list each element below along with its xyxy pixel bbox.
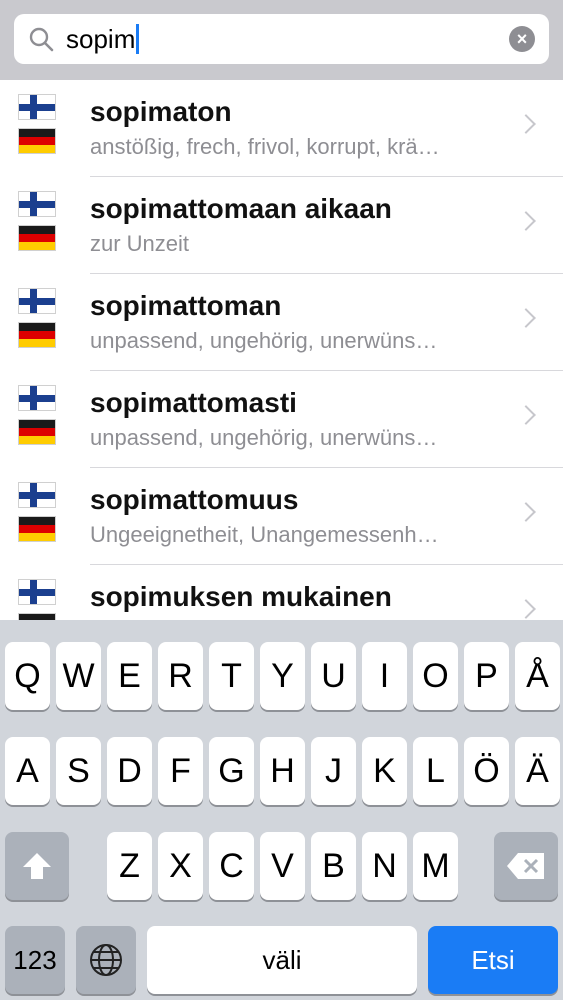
key-r[interactable]: R — [158, 642, 203, 710]
results-list: sopimaton anstößig, frech, frivol, korru… — [0, 80, 563, 620]
result-word: sopimattomuus — [90, 484, 299, 515]
shift-key[interactable] — [5, 832, 69, 900]
key-x[interactable]: X — [158, 832, 203, 900]
backspace-icon — [507, 853, 544, 879]
key-h[interactable]: H — [260, 737, 305, 805]
result-word: sopimuksen mukainen — [90, 581, 392, 612]
german-flag-icon — [18, 225, 56, 251]
key-q[interactable]: Q — [5, 642, 50, 710]
key-ouml[interactable]: Ö — [464, 737, 509, 805]
key-aring[interactable]: Å — [515, 642, 560, 710]
key-n[interactable]: N — [362, 832, 407, 900]
chevron-right-icon — [516, 502, 536, 522]
clear-search-icon[interactable]: × — [509, 26, 535, 52]
globe-icon — [90, 944, 122, 976]
search-icon — [29, 27, 54, 52]
finnish-flag-icon — [18, 288, 56, 314]
search-input[interactable]: sopim × — [14, 14, 549, 64]
key-w[interactable]: W — [56, 642, 101, 710]
key-k[interactable]: K — [362, 737, 407, 805]
result-word: sopimattoman — [90, 290, 282, 321]
german-flag-icon — [18, 613, 56, 620]
key-j[interactable]: J — [311, 737, 356, 805]
chevron-right-icon — [516, 211, 536, 231]
key-z[interactable]: Z — [107, 832, 152, 900]
key-e[interactable]: E — [107, 642, 152, 710]
result-word: sopimattomasti — [90, 387, 297, 418]
key-i[interactable]: I — [362, 642, 407, 710]
list-item[interactable]: sopimattoman unpassend, ungehörig, unerw… — [0, 274, 563, 371]
key-p[interactable]: P — [464, 642, 509, 710]
chevron-right-icon — [516, 599, 536, 619]
search-key[interactable]: Etsi — [428, 926, 558, 994]
finnish-flag-icon — [18, 94, 56, 120]
key-g[interactable]: G — [209, 737, 254, 805]
finnish-flag-icon — [18, 482, 56, 508]
chevron-right-icon — [516, 308, 536, 328]
key-f[interactable]: F — [158, 737, 203, 805]
list-item[interactable]: sopimuksen mukainen — [0, 565, 563, 620]
key-v[interactable]: V — [260, 832, 305, 900]
chevron-right-icon — [516, 114, 536, 134]
on-screen-keyboard: Q W E R T Y U I O P Å A S D F G H J K L … — [0, 620, 563, 1000]
text-caret — [136, 24, 140, 54]
key-o[interactable]: O — [413, 642, 458, 710]
key-l[interactable]: L — [413, 737, 458, 805]
key-auml[interactable]: Ä — [515, 737, 560, 805]
german-flag-icon — [18, 322, 56, 348]
key-s[interactable]: S — [56, 737, 101, 805]
result-word: sopimaton — [90, 96, 232, 127]
key-b[interactable]: B — [311, 832, 356, 900]
key-t[interactable]: T — [209, 642, 254, 710]
german-flag-icon — [18, 128, 56, 154]
key-m[interactable]: M — [413, 832, 458, 900]
space-key[interactable]: väli — [147, 926, 417, 994]
finnish-flag-icon — [18, 191, 56, 217]
key-a[interactable]: A — [5, 737, 50, 805]
finnish-flag-icon — [18, 579, 56, 605]
result-translation: Ungeeignetheit, Unangemessenh… — [90, 522, 439, 547]
key-y[interactable]: Y — [260, 642, 305, 710]
shift-icon — [23, 853, 51, 879]
list-item[interactable]: sopimattomuus Ungeeignetheit, Unangemess… — [0, 468, 563, 565]
key-d[interactable]: D — [107, 737, 152, 805]
finnish-flag-icon — [18, 385, 56, 411]
list-item[interactable]: sopimaton anstößig, frech, frivol, korru… — [0, 80, 563, 177]
chevron-right-icon — [516, 405, 536, 425]
german-flag-icon — [18, 516, 56, 542]
list-item[interactable]: sopimattomasti unpassend, ungehörig, une… — [0, 371, 563, 468]
search-bar: sopim × — [0, 0, 563, 80]
key-u[interactable]: U — [311, 642, 356, 710]
list-item[interactable]: sopimattomaan aikaan zur Unzeit — [0, 177, 563, 274]
result-word: sopimattomaan aikaan — [90, 193, 392, 224]
numbers-key[interactable]: 123 — [5, 926, 65, 994]
result-translation: unpassend, ungehörig, unerwüns… — [90, 425, 438, 450]
key-c[interactable]: C — [209, 832, 254, 900]
globe-key[interactable] — [76, 926, 136, 994]
search-query: sopim — [66, 24, 136, 54]
result-translation: zur Unzeit — [90, 231, 190, 256]
result-translation: unpassend, ungehörig, unerwüns… — [90, 328, 438, 353]
german-flag-icon — [18, 419, 56, 445]
backspace-key[interactable] — [494, 832, 558, 900]
result-translation: anstößig, frech, frivol, korrupt, krä… — [90, 134, 440, 159]
